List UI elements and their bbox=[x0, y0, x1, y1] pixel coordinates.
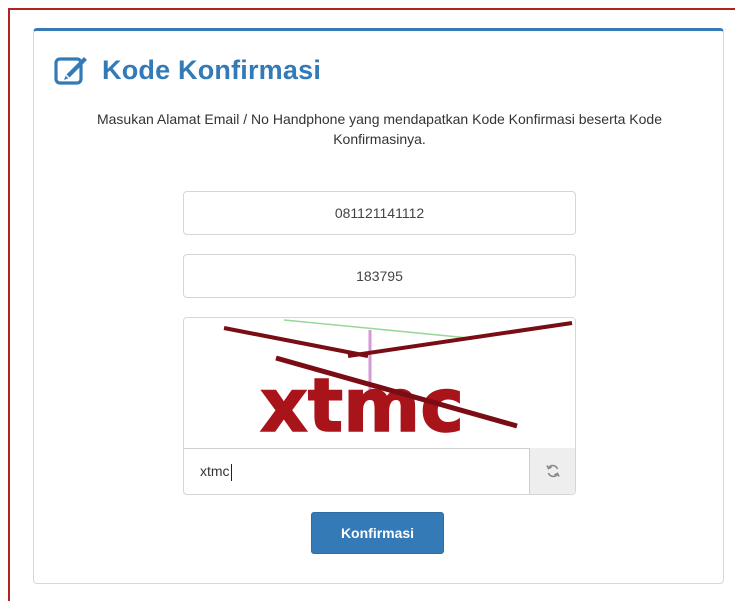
edit-icon bbox=[54, 57, 87, 85]
confirmation-code-field[interactable]: 183795 bbox=[183, 254, 576, 298]
page-title: Kode Konfirmasi bbox=[102, 54, 322, 85]
panel-header: Kode Konfirmasi bbox=[54, 54, 321, 86]
refresh-captcha-button[interactable] bbox=[530, 448, 575, 494]
confirmation-panel: Kode Konfirmasi Masukan Alamat Email / N… bbox=[33, 28, 724, 584]
instruction-text: Masukan Alamat Email / No Handphone yang… bbox=[96, 111, 662, 147]
captcha-input[interactable]: xtmc bbox=[184, 448, 530, 494]
captcha-group: xtmc xtmc bbox=[183, 317, 576, 495]
email-phone-field[interactable]: 081121141112 bbox=[183, 191, 576, 235]
text-caret bbox=[230, 463, 232, 481]
captcha-input-value: xtmc bbox=[200, 463, 230, 479]
confirm-button[interactable]: Konfirmasi bbox=[311, 512, 444, 554]
refresh-icon bbox=[545, 464, 560, 478]
captcha-text: xtmc bbox=[260, 363, 464, 448]
captcha-image: xtmc bbox=[184, 318, 575, 448]
